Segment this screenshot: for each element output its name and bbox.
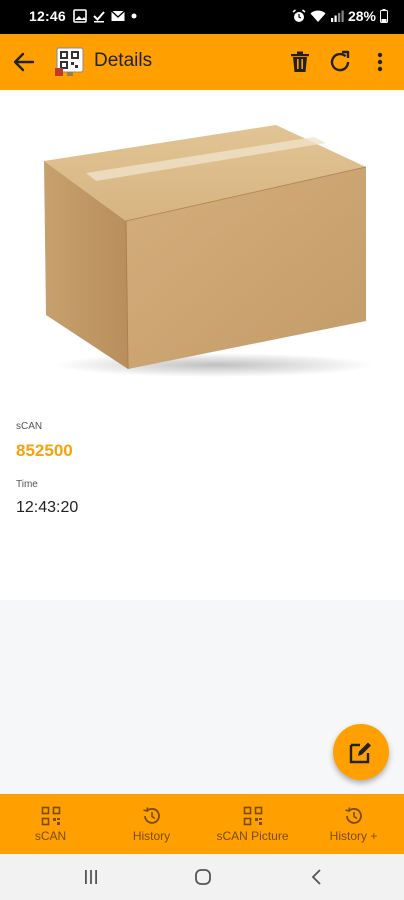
time-value: 12:43:20 bbox=[16, 499, 79, 516]
back-arrow-icon[interactable] bbox=[10, 48, 38, 76]
details-content: sCAN 852500 Time 12:43:20 bbox=[0, 90, 404, 600]
nav-item-scan-picture[interactable]: sCAN Picture bbox=[202, 794, 303, 854]
recents-icon[interactable] bbox=[82, 868, 100, 886]
mail-icon bbox=[111, 10, 125, 21]
battery-level: 28% bbox=[347, 8, 376, 24]
checkmark-icon bbox=[93, 11, 105, 23]
app-bar: Details bbox=[0, 34, 404, 90]
alarm-icon bbox=[292, 9, 306, 22]
nav-item-history[interactable]: History bbox=[101, 794, 202, 854]
nav-item-history-plus[interactable]: History + bbox=[303, 794, 404, 854]
system-navigation-bar bbox=[0, 854, 404, 900]
page-title: Details bbox=[94, 50, 153, 71]
history-icon bbox=[344, 807, 362, 824]
refresh-icon[interactable] bbox=[326, 48, 354, 76]
nav-item-scan[interactable]: sCAN bbox=[0, 794, 101, 854]
scan-label: sCAN bbox=[16, 421, 43, 432]
status-bar: 12:46 28% bbox=[0, 0, 404, 34]
bottom-navigation: sCAN History sCAN Picture History + bbox=[0, 794, 404, 854]
time-label: Time bbox=[16, 479, 38, 490]
signal-icon bbox=[330, 10, 344, 22]
back-icon[interactable] bbox=[308, 868, 326, 886]
nav-label: History bbox=[132, 829, 171, 843]
nav-label: History + bbox=[329, 829, 378, 843]
qr-code-icon bbox=[41, 806, 60, 826]
dot-icon bbox=[131, 13, 137, 19]
scan-value: 852500 bbox=[16, 441, 73, 460]
more-vert-icon[interactable] bbox=[366, 48, 394, 76]
delete-icon[interactable] bbox=[286, 48, 314, 76]
qr-code-icon bbox=[243, 806, 262, 826]
edit-icon bbox=[349, 742, 371, 764]
gallery-icon bbox=[73, 9, 87, 23]
nav-label: sCAN Picture bbox=[216, 829, 289, 843]
app-logo-icon bbox=[55, 47, 84, 76]
product-image bbox=[44, 125, 372, 377]
edit-fab-button[interactable] bbox=[333, 724, 389, 780]
home-icon[interactable] bbox=[194, 868, 212, 886]
history-icon bbox=[142, 807, 160, 824]
wifi-icon bbox=[310, 10, 326, 22]
nav-label: sCAN bbox=[34, 829, 67, 843]
battery-icon bbox=[380, 9, 388, 23]
status-time: 12:46 bbox=[29, 8, 66, 24]
